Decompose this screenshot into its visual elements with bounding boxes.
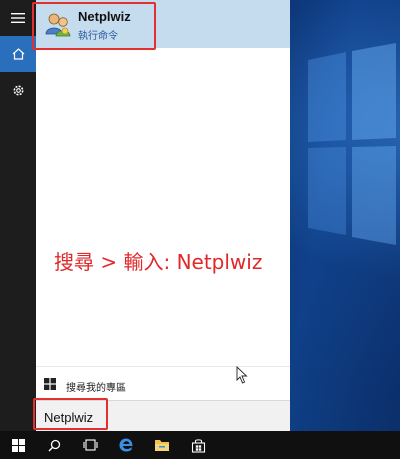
windows-logo-wallpaper	[308, 43, 396, 245]
taskbar	[0, 431, 400, 459]
highlight-box-result	[32, 2, 156, 50]
search-my-stuff-button[interactable]: 搜尋我的專區	[36, 366, 290, 400]
mouse-cursor-icon	[236, 366, 248, 384]
task-view-button[interactable]	[72, 431, 108, 459]
file-explorer-icon	[155, 440, 169, 451]
task-view-icon	[82, 439, 98, 451]
home-button[interactable]	[0, 36, 36, 72]
edge-icon	[119, 438, 133, 452]
settings-button[interactable]	[0, 72, 36, 108]
start-button[interactable]	[0, 431, 36, 459]
hamburger-menu-icon	[11, 13, 25, 23]
taskbar-search-button[interactable]	[36, 431, 72, 459]
search-my-stuff-label: 搜尋我的專區	[66, 383, 126, 394]
file-explorer-button[interactable]	[144, 431, 180, 459]
store-button[interactable]	[180, 431, 216, 459]
instruction-annotation: 搜尋 > 輸入: Netplwiz	[54, 250, 263, 274]
edge-button[interactable]	[108, 431, 144, 459]
start-rail	[0, 0, 36, 431]
hamburger-menu-button[interactable]	[0, 0, 36, 36]
settings-icon	[13, 85, 23, 95]
highlight-box-search	[33, 398, 108, 430]
search-icon	[48, 439, 60, 451]
windows-start-icon	[11, 438, 25, 452]
search-panel: Netplwiz 執行命令 搜尋我的專區	[36, 0, 290, 431]
store-icon	[191, 438, 205, 453]
home-icon	[12, 48, 24, 60]
windows-logo-icon	[44, 378, 56, 390]
